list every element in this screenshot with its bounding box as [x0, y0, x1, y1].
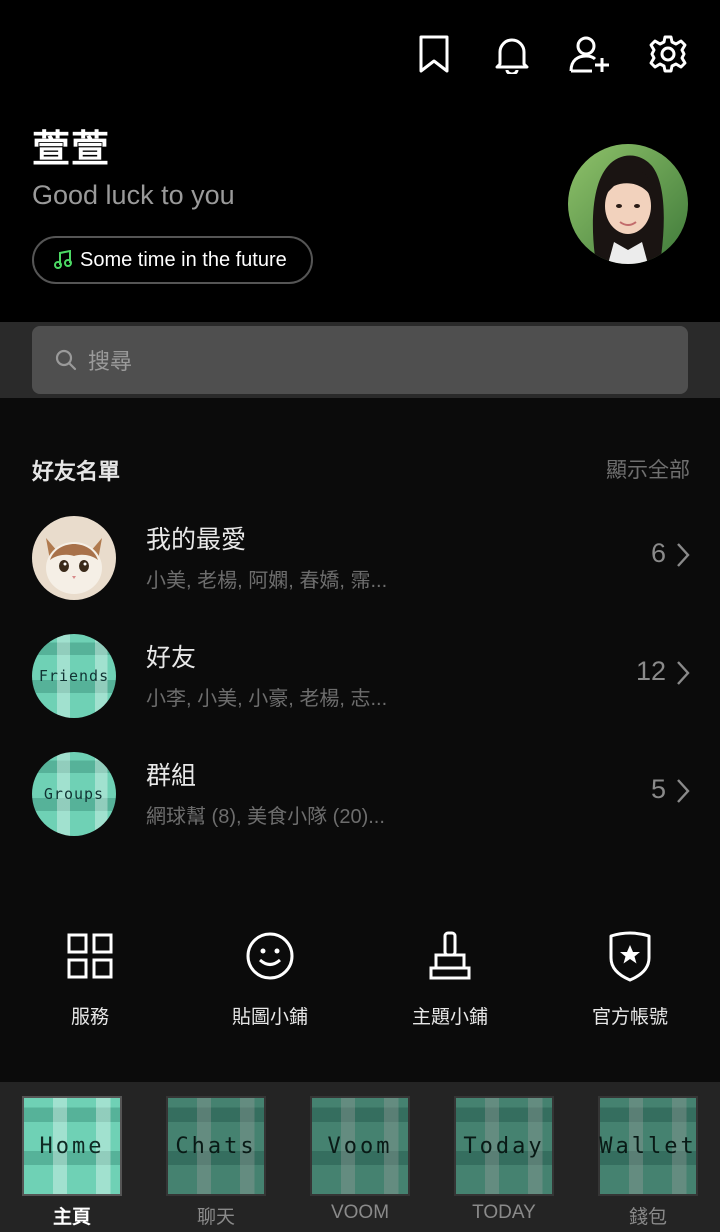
music-note-icon: [54, 250, 72, 269]
groups-avatar: Groups: [32, 752, 116, 836]
tab-tile-text: Today: [463, 1133, 545, 1159]
today-tab-icon: Today: [454, 1096, 554, 1196]
brush-icon: [427, 926, 473, 986]
chevron-right-icon: [677, 661, 690, 685]
group-members: 小李, 小美, 小豪, 老楊, 志...: [146, 688, 388, 710]
smiley-icon: [245, 926, 295, 986]
friend-group-row-friends[interactable]: Friends 好友 小李, 小美, 小豪, 老楊, 志... 12: [0, 634, 720, 734]
groups-badge-text: Groups: [43, 785, 105, 803]
group-title: 我的最愛: [146, 525, 247, 554]
chats-tab-icon: Chats: [166, 1096, 266, 1196]
shield-star-icon: [607, 926, 653, 986]
home-content: 好友名單 顯示全部 我的最愛 小美, 老楊, 阿嫻, 春嬌, 霈... 6 Fr…: [0, 398, 720, 1082]
settings-icon[interactable]: [646, 30, 690, 78]
favorites-avatar: [32, 516, 116, 600]
group-title: 好友: [146, 643, 197, 672]
bookmark-icon[interactable]: [412, 30, 456, 78]
profile-music-button[interactable]: Some time in the future: [32, 236, 313, 284]
home-tab-icon: Home: [22, 1096, 122, 1196]
profile-name[interactable]: 萱萱: [32, 118, 110, 173]
chevron-right-icon: [677, 779, 690, 803]
grid-icon: [66, 926, 114, 986]
service-button-sticker-shop[interactable]: 貼圖小鋪: [180, 926, 360, 1036]
service-button-theme-shop[interactable]: 主題小鋪: [360, 926, 540, 1036]
service-label: 貼圖小鋪: [231, 1006, 308, 1028]
search-band: 搜尋: [0, 322, 720, 398]
service-button-official-accounts[interactable]: 官方帳號: [540, 926, 720, 1036]
tab-wallet[interactable]: Wallet 錢包: [576, 1082, 720, 1232]
friends-badge-text: Friends: [38, 667, 110, 685]
tab-home[interactable]: Home 主頁: [0, 1082, 144, 1232]
service-label: 服務: [70, 1006, 109, 1028]
service-label: 主題小鋪: [411, 1006, 488, 1028]
profile-avatar[interactable]: [568, 144, 688, 264]
services-row: 服務 貼圖小鋪 主題小鋪 官方帳號: [0, 926, 720, 1036]
friend-group-row-groups[interactable]: Groups 群組 網球幫 (8), 美食小隊 (20)... 5: [0, 752, 720, 852]
tab-today[interactable]: Today TODAY: [432, 1082, 576, 1232]
music-title: Some time in the future: [80, 248, 287, 271]
group-members: 小美, 老楊, 阿嫻, 春嬌, 霈...: [146, 570, 388, 592]
tab-voom[interactable]: Voom VOOM: [288, 1082, 432, 1232]
search-icon: [55, 349, 77, 371]
group-count: 6: [650, 538, 666, 568]
chevron-right-icon: [677, 543, 690, 567]
bottom-tab-bar: Home 主頁 Chats 聊天 Voom VOOM Today TODAY W…: [0, 1082, 720, 1232]
show-all-link[interactable]: 顯示全部: [606, 454, 690, 484]
group-count: 12: [635, 656, 666, 686]
tab-tile-text: Wallet: [599, 1133, 697, 1159]
header-actions: [412, 30, 690, 78]
service-label: 官方帳號: [591, 1006, 668, 1028]
wallet-tab-icon: Wallet: [598, 1096, 698, 1196]
tab-tile-text: Home: [39, 1133, 105, 1159]
group-members: 網球幫 (8), 美食小隊 (20)...: [146, 806, 385, 828]
search-placeholder: 搜尋: [88, 350, 133, 375]
group-title: 群組: [146, 761, 197, 790]
friends-section-title: 好友名單: [32, 460, 121, 485]
tab-tile-text: Voom: [327, 1133, 393, 1159]
status-message[interactable]: Good luck to you: [32, 180, 235, 211]
add-friend-icon[interactable]: [568, 30, 612, 78]
tab-label: 聊天: [196, 1207, 235, 1228]
service-button-services[interactable]: 服務: [0, 926, 180, 1036]
tab-label: VOOM: [330, 1202, 390, 1223]
group-count: 5: [650, 774, 666, 804]
friend-group-row-favorites[interactable]: 我的最愛 小美, 老楊, 阿嫻, 春嬌, 霈... 6: [0, 516, 720, 616]
tab-tile-text: Chats: [175, 1133, 257, 1159]
bell-icon[interactable]: [490, 30, 534, 78]
friends-avatar: Friends: [32, 634, 116, 718]
search-input[interactable]: 搜尋: [32, 326, 688, 394]
tab-label: 錢包: [628, 1207, 667, 1228]
profile-header: 萱萱 Good luck to you Some time in the fut…: [0, 0, 720, 322]
tab-label: TODAY: [472, 1202, 536, 1223]
voom-tab-icon: Voom: [310, 1096, 410, 1196]
tab-label: 主頁: [52, 1207, 91, 1228]
tab-chats[interactable]: Chats 聊天: [144, 1082, 288, 1232]
